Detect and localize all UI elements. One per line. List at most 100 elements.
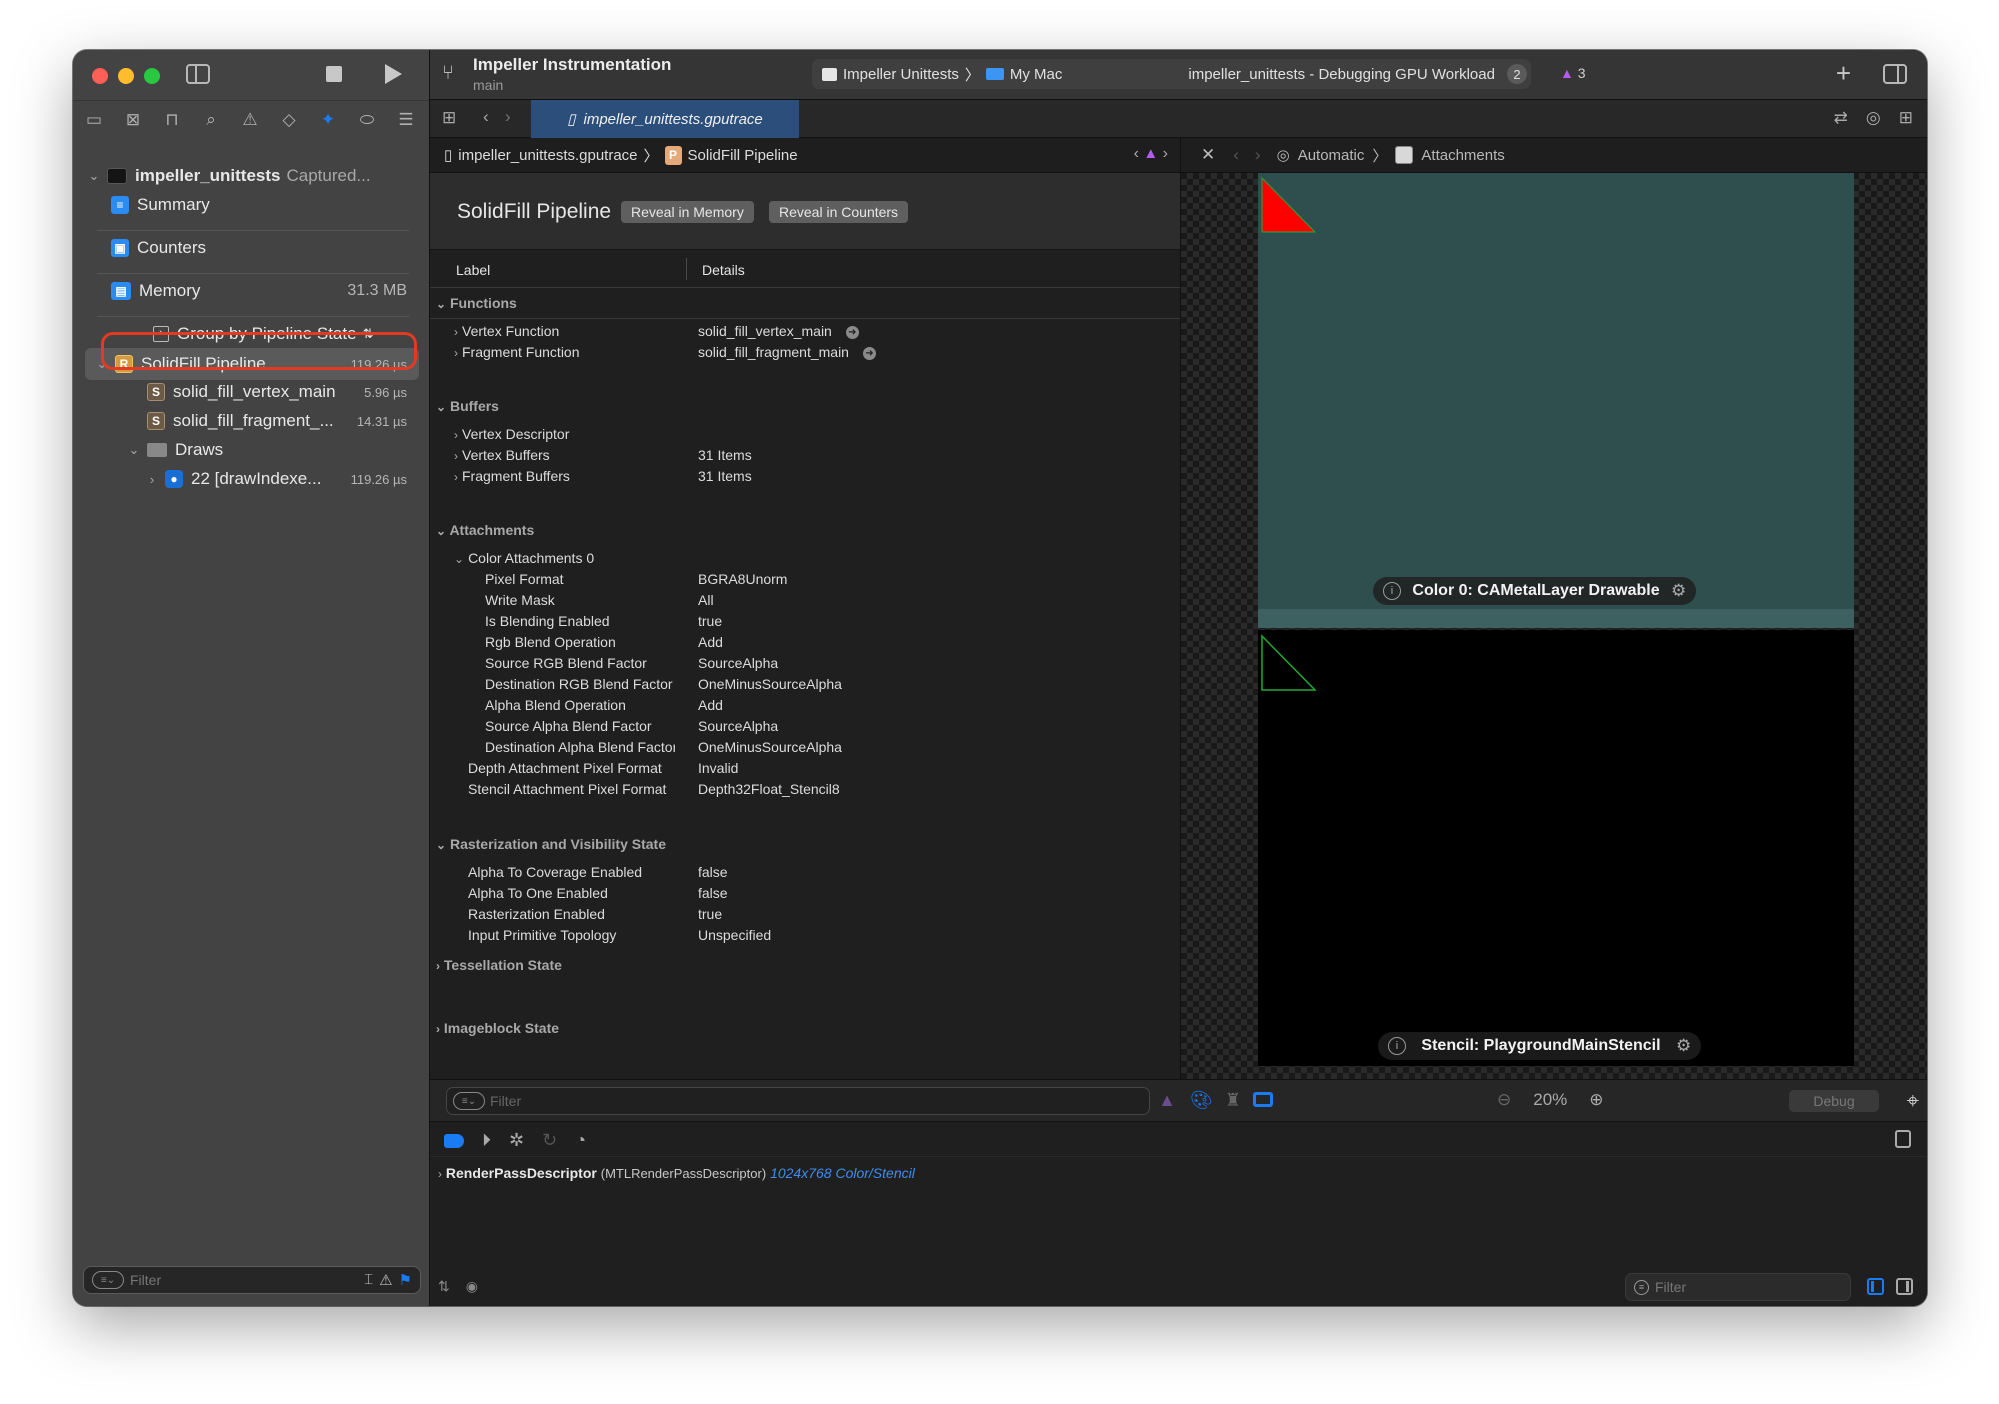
filter-options-icon[interactable]: ≡⌄ xyxy=(453,1092,485,1110)
activity-count-badge[interactable]: 2 xyxy=(1506,64,1527,84)
flag-icon[interactable]: ⚑ xyxy=(399,1271,412,1289)
previous-issue-icon[interactable]: ‹ xyxy=(1134,145,1139,162)
branch-name[interactable]: main xyxy=(473,77,503,93)
breakpoints-toggle-icon[interactable] xyxy=(444,1133,464,1148)
swap-icon[interactable]: ⇄ xyxy=(1834,108,1848,128)
breakpoint-navigator-icon[interactable]: ⬭ xyxy=(356,109,378,131)
reveal-in-counters-button[interactable]: Reveal in Counters xyxy=(769,201,909,223)
close-icon[interactable]: ✕ xyxy=(1201,145,1215,165)
warning-filter-icon[interactable]: ⚠ xyxy=(379,1271,392,1289)
chevron-right-icon[interactable]: › xyxy=(454,346,458,360)
column-label[interactable]: Label xyxy=(456,262,490,278)
section-functions[interactable]: ⌄ Functions xyxy=(436,295,517,311)
project-navigator-icon[interactable]: ▭ xyxy=(83,109,105,131)
property-row[interactable]: › Fragment Function solid_fill_fragment_m… xyxy=(430,344,1180,365)
viewer-section[interactable]: Attachments xyxy=(1421,147,1504,164)
back-icon[interactable]: ‹ xyxy=(483,107,489,127)
editor-filter-field[interactable]: ≡⌄ Filter xyxy=(446,1087,1150,1115)
property-row[interactable]: › Vertex Descriptor xyxy=(430,426,1180,447)
back-icon[interactable]: ‹ xyxy=(1233,145,1239,165)
frame-icon[interactable] xyxy=(1253,1092,1273,1107)
chevron-right-icon[interactable]: › xyxy=(438,1167,442,1181)
tree-item-draws[interactable]: ⌄ Draws xyxy=(73,437,429,463)
variable-row[interactable]: › RenderPassDescriptor (MTLRenderPassDes… xyxy=(438,1165,915,1181)
debug-button[interactable]: Debug xyxy=(1789,1090,1879,1112)
zoom-out-icon[interactable]: ⊖ xyxy=(1497,1090,1511,1110)
jumpbar-item[interactable]: SolidFill Pipeline xyxy=(688,147,798,164)
variables-filter-field[interactable]: ≡ Filter xyxy=(1625,1273,1851,1301)
related-items-icon[interactable]: ⊞ xyxy=(442,108,456,128)
property-row[interactable]: Write Mask All xyxy=(430,592,1180,613)
bug-icon[interactable]: ✲ xyxy=(509,1130,524,1151)
tree-root[interactable]: ⌄ impeller_unittests Captured... xyxy=(73,163,429,189)
tree-item-counters[interactable]: ▣ Counters xyxy=(73,235,429,261)
info-icon[interactable]: i xyxy=(1388,1037,1406,1055)
property-row[interactable]: Input Primitive Topology Unspecified xyxy=(430,927,1180,948)
warning-icon[interactable]: ▲ xyxy=(1158,1090,1176,1111)
symbol-navigator-icon[interactable]: ⊓ xyxy=(161,109,183,131)
property-row[interactable]: Is Blending Enabled true xyxy=(430,613,1180,634)
go-to-arrow-icon[interactable]: ➜ xyxy=(845,325,859,339)
section-tessellation[interactable]: › Tessellation State xyxy=(436,957,562,973)
close-window-button[interactable] xyxy=(92,68,108,84)
chevron-down-icon[interactable]: ⌄ xyxy=(87,168,101,184)
filter-options-icon[interactable]: ≡⌄ xyxy=(92,1271,124,1289)
zoom-in-icon[interactable]: ⊕ xyxy=(1589,1090,1603,1110)
zoom-window-button[interactable] xyxy=(144,68,160,84)
find-navigator-icon[interactable]: ⌕ xyxy=(200,109,222,131)
gear-icon[interactable]: ⚙ xyxy=(1671,581,1686,601)
color-attachment-texture[interactable]: i Color 0: CAMetalLayer Drawable ⚙ xyxy=(1258,173,1854,628)
section-rasterization[interactable]: ⌄ Rasterization and Visibility State xyxy=(436,836,666,852)
continue-icon[interactable]: ⏵ xyxy=(482,1130,491,1151)
property-row[interactable]: Alpha Blend Operation Add xyxy=(430,697,1180,718)
console-layout-icon[interactable] xyxy=(1896,1278,1913,1295)
column-divider[interactable] xyxy=(686,258,687,280)
property-row[interactable]: Destination Alpha Blend Factor OneMinusSo… xyxy=(430,739,1180,760)
target-icon[interactable]: ⌖ xyxy=(1907,1088,1919,1114)
scheme-destination[interactable]: My Mac xyxy=(1010,66,1063,83)
debug-navigator-icon[interactable]: ✦ xyxy=(317,109,339,131)
scheme-target[interactable]: Impeller Unittests xyxy=(843,66,959,83)
property-row[interactable]: Stencil Attachment Pixel Format Depth32Fl… xyxy=(430,781,1180,802)
hierarchy-filter-icon[interactable]: ⌶ xyxy=(364,1271,373,1289)
tree-item-function[interactable]: S solid_fill_fragment_... 14.31 µs xyxy=(73,408,429,434)
stop-icon[interactable] xyxy=(326,66,342,82)
property-row[interactable]: Alpha To One Enabled false xyxy=(430,885,1180,906)
property-row[interactable]: Rasterization Enabled true xyxy=(430,906,1180,927)
castle-icon[interactable]: ♜ xyxy=(1225,1090,1241,1111)
add-icon[interactable]: + xyxy=(1836,58,1851,89)
add-editor-icon[interactable]: ⊞ xyxy=(1899,108,1913,128)
eye-icon[interactable]: ◉ xyxy=(466,1278,478,1295)
section-buffers[interactable]: ⌄ Buffers xyxy=(436,398,499,414)
tree-item-memory[interactable]: ▤ Memory 31.3 MB xyxy=(73,278,429,304)
section-attachments[interactable]: ⌄ Attachments xyxy=(436,522,534,538)
scheme-activity-bar[interactable]: Impeller Unittests 〉 My Mac impeller_uni… xyxy=(812,59,1531,89)
tree-item-summary[interactable]: ≡ Summary xyxy=(73,192,429,218)
info-icon[interactable]: i xyxy=(1383,582,1401,600)
property-row[interactable]: Source RGB Blend Factor SourceAlpha xyxy=(430,655,1180,676)
variables-layout-icon[interactable] xyxy=(1867,1278,1884,1295)
property-row[interactable]: › Vertex Function solid_fill_vertex_main ➜ xyxy=(430,323,1180,344)
tree-item-draw-call[interactable]: › ● 22 [drawIndexe... 119.26 µs xyxy=(73,466,429,492)
property-row[interactable]: Rgb Blend Operation Add xyxy=(430,634,1180,655)
gear-icon[interactable]: ⚙ xyxy=(1676,1036,1691,1056)
console-toggle-icon[interactable] xyxy=(1895,1130,1911,1148)
source-control-navigator-icon[interactable]: ⊠ xyxy=(122,109,144,131)
minimize-window-button[interactable] xyxy=(118,68,134,84)
chevron-down-icon[interactable]: ⌄ xyxy=(127,442,141,458)
property-row[interactable]: Source Alpha Blend Factor SourceAlpha xyxy=(430,718,1180,739)
tree-item-function[interactable]: S solid_fill_vertex_main 5.96 µs xyxy=(73,379,429,405)
warning-icon[interactable]: ▲ xyxy=(1143,145,1158,162)
warnings-indicator[interactable]: ▲ 3 xyxy=(1560,65,1586,81)
property-row[interactable]: › Fragment Buffers 31 Items xyxy=(430,468,1180,489)
inspector-toggle-icon[interactable] xyxy=(1883,64,1907,84)
sidebar-toggle-icon[interactable] xyxy=(186,64,210,84)
property-row[interactable]: › Vertex Buffers 31 Items xyxy=(430,447,1180,468)
forward-icon[interactable]: › xyxy=(1255,145,1261,165)
property-row[interactable]: Destination RGB Blend Factor OneMinusSour… xyxy=(430,676,1180,697)
reload-icon[interactable]: ↻ xyxy=(542,1130,557,1151)
palette-icon[interactable]: 🎨︎ xyxy=(1190,1090,1213,1111)
test-navigator-icon[interactable]: ◇ xyxy=(278,109,300,131)
issue-navigator-icon[interactable]: ⚠ xyxy=(239,109,261,131)
column-details[interactable]: Details xyxy=(702,262,745,278)
